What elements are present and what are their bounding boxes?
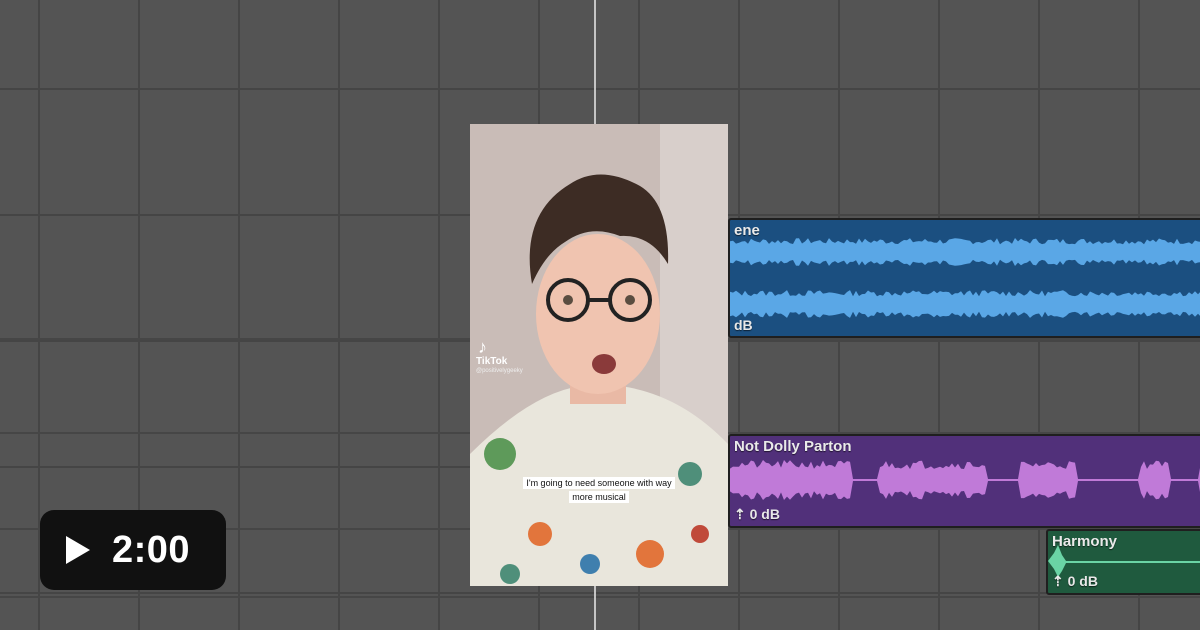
- fader-icon: ⇡: [734, 506, 750, 522]
- waveform: [730, 238, 1200, 318]
- video-frame[interactable]: ♪ TikTok @positivelygeeky I'm going to n…: [470, 124, 728, 586]
- region-label: Not Dolly Parton: [734, 438, 852, 455]
- region-gain: ⇡ 0 dB: [1052, 573, 1098, 589]
- video-duration: 2:00: [112, 528, 191, 571]
- region-label: Harmony: [1052, 533, 1118, 550]
- region-gain: dB: [734, 317, 753, 333]
- video-person-image: [470, 124, 728, 586]
- region-gain: ⇡ 0 dB: [734, 506, 780, 522]
- audio-region-3[interactable]: Harmony ⇡ 0 dB: [1046, 529, 1200, 595]
- video-watermark: TikTok: [476, 356, 508, 367]
- track-divider: [0, 596, 1200, 598]
- audio-region-2[interactable]: Not Dolly Parton ⇡ 0 dB: [728, 434, 1200, 528]
- video-caption: I'm going to need someone with way more …: [520, 476, 678, 504]
- play-icon: [66, 536, 90, 564]
- play-button[interactable]: 2:00: [40, 510, 226, 590]
- video-handle: @positivelygeeky: [476, 368, 523, 374]
- audio-region-1[interactable]: ene dB: [728, 218, 1200, 338]
- tiktok-logo-icon: ♪: [478, 337, 487, 357]
- fader-icon: ⇡: [1052, 573, 1068, 589]
- region-label: ene: [734, 222, 760, 239]
